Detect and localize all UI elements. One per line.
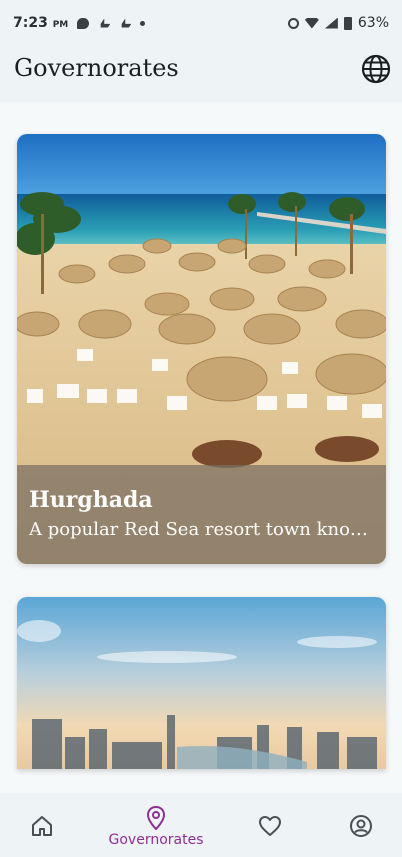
home-icon bbox=[32, 816, 52, 836]
page-title: Governorates bbox=[14, 54, 179, 82]
governorate-description: A popular Red Sea resort town known for … bbox=[29, 519, 374, 540]
wifi-icon bbox=[304, 17, 319, 29]
heart-icon bbox=[259, 816, 281, 836]
location-pin-icon bbox=[146, 806, 166, 830]
more-notifications-dot-icon bbox=[140, 20, 146, 26]
globe-icon bbox=[361, 54, 391, 84]
status-time: 7:23 PM bbox=[13, 15, 69, 31]
profile-icon bbox=[350, 815, 372, 837]
chat-notification-icon bbox=[77, 17, 90, 29]
alarm-icon bbox=[287, 17, 299, 29]
governorate-name: Hurghada bbox=[29, 487, 153, 513]
language-button[interactable] bbox=[360, 53, 392, 85]
nav-profile[interactable] bbox=[347, 793, 375, 857]
governorate-card-hurghada[interactable]: Hurghada A popular Red Sea resort town k… bbox=[17, 134, 386, 564]
signal-icon bbox=[324, 17, 338, 29]
status-right: 63% bbox=[287, 15, 389, 31]
battery-icon bbox=[343, 16, 352, 30]
city-skyline-image bbox=[17, 597, 386, 769]
battery-percent: 63% bbox=[357, 15, 389, 31]
status-bar: 7:23 PM 63% bbox=[0, 0, 402, 46]
app-bar: Governorates bbox=[0, 46, 402, 102]
boat-notification-icon-2 bbox=[119, 18, 132, 28]
nav-home[interactable] bbox=[28, 793, 56, 857]
nav-governorates[interactable]: Governorates bbox=[100, 793, 212, 857]
status-left: 7:23 PM bbox=[13, 15, 146, 31]
bottom-navigation: Governorates bbox=[0, 793, 402, 857]
boat-notification-icon bbox=[98, 18, 111, 28]
nav-favorites[interactable] bbox=[256, 793, 284, 857]
card-caption: Hurghada A popular Red Sea resort town k… bbox=[17, 465, 386, 564]
governorate-card-2[interactable] bbox=[17, 597, 386, 769]
nav-governorates-label: Governorates bbox=[108, 832, 204, 848]
